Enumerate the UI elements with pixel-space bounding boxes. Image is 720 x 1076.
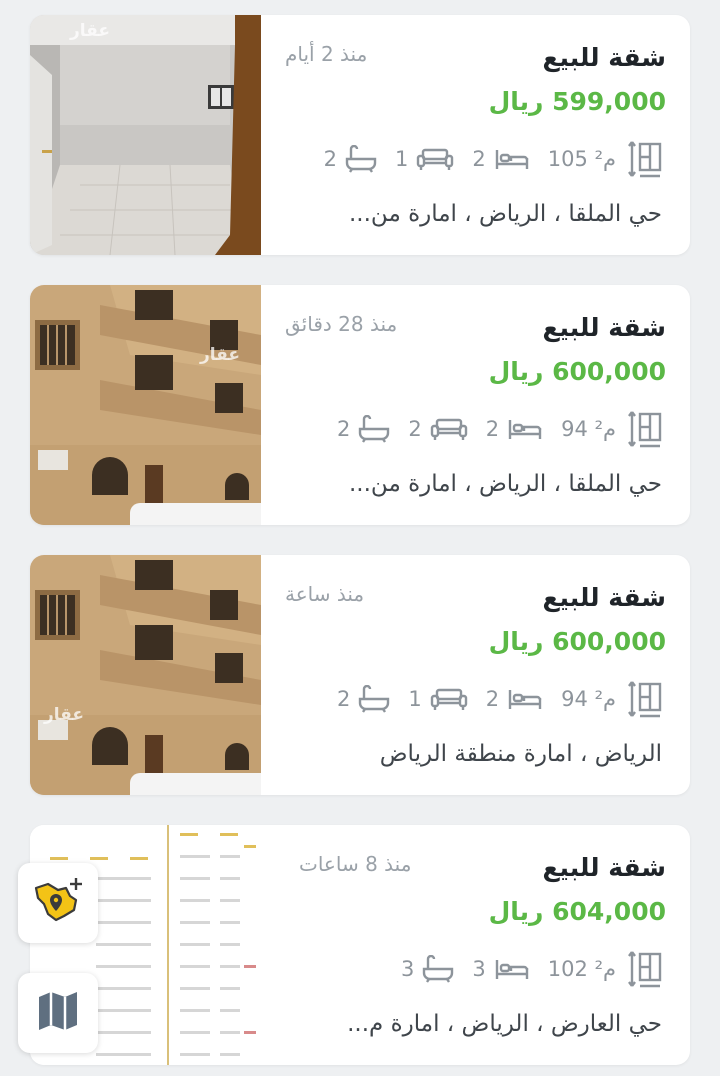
area-value: 102 م² xyxy=(547,957,616,981)
area-measure-icon xyxy=(628,950,662,988)
bathtub-icon xyxy=(422,955,454,983)
feature-living-rooms: 1 xyxy=(395,147,454,171)
living-rooms-count: 1 xyxy=(395,147,409,171)
listing-location: حي العارض ، الرياض ، امارة م... xyxy=(347,1011,662,1037)
listing-price: 600,000 ريال xyxy=(488,627,666,656)
living-rooms-count: 1 xyxy=(408,687,422,711)
area-measure-icon xyxy=(628,140,662,178)
feature-area: 102 م² xyxy=(548,950,662,988)
listing-price: 604,000 ريال xyxy=(488,897,666,926)
bathrooms-count: 3 xyxy=(401,957,415,981)
bedrooms-count: 2 xyxy=(485,417,500,441)
folded-map-icon xyxy=(36,989,80,1037)
bed-icon xyxy=(507,417,543,441)
bed-icon xyxy=(494,957,530,981)
bed-icon xyxy=(494,147,530,171)
feature-bathrooms: 2 xyxy=(337,685,390,713)
listing-age: منذ 8 ساعات xyxy=(299,852,412,876)
area-value: 94 م² xyxy=(561,687,616,711)
saudi-map-add-pin-icon xyxy=(30,876,86,930)
feature-area: 105 م² xyxy=(548,140,662,178)
feature-bedrooms: 2 xyxy=(486,417,543,441)
feature-bedrooms: 3 xyxy=(472,957,529,981)
empty-room-photo xyxy=(30,15,261,255)
listing-location: حي الملقا ، الرياض ، امارة من... xyxy=(349,201,662,227)
living-rooms-count: 2 xyxy=(408,417,422,441)
bed-icon xyxy=(507,687,543,711)
watermark-logo: عقار xyxy=(44,705,85,725)
feature-bedrooms: 2 xyxy=(472,147,529,171)
bedrooms-count: 3 xyxy=(472,957,486,981)
bathtub-icon xyxy=(358,415,390,443)
bedrooms-count: 2 xyxy=(472,147,486,171)
feature-area: 94 م² xyxy=(561,410,662,448)
listing-features: 105 م² 2 1 2 xyxy=(306,139,662,179)
feature-bathrooms: 2 xyxy=(324,145,377,173)
feature-area: 94 م² xyxy=(561,680,662,718)
area-measure-icon xyxy=(628,680,662,718)
bathtub-icon xyxy=(358,685,390,713)
listing-features: 94 م² 2 2 2 xyxy=(319,409,662,449)
watermark-logo: عقار xyxy=(70,21,111,41)
bathrooms-count: 2 xyxy=(337,687,351,711)
area-measure-icon xyxy=(628,410,662,448)
bedrooms-count: 2 xyxy=(485,687,500,711)
listing-photo[interactable]: عقار xyxy=(30,285,261,525)
listing-location: حي الملقا ، الرياض ، امارة من... xyxy=(349,471,662,497)
listing-title: شقة للبيع xyxy=(542,313,666,342)
area-value: 105 م² xyxy=(547,147,616,171)
feature-living-rooms: 2 xyxy=(408,417,467,441)
feature-bathrooms: 2 xyxy=(337,415,390,443)
map-view-button[interactable] xyxy=(18,973,98,1053)
bathrooms-count: 2 xyxy=(337,417,351,441)
listing-age: منذ 2 أيام xyxy=(285,42,368,66)
listing-age: منذ 28 دقائق xyxy=(285,312,398,336)
sofa-icon xyxy=(430,417,468,441)
building-facade-photo xyxy=(30,285,261,525)
listing-title: شقة للبيع xyxy=(542,853,666,882)
listing-title: شقة للبيع xyxy=(542,583,666,612)
listing-features: 102 م² 3 3 xyxy=(383,949,662,989)
add-region-button[interactable] xyxy=(18,863,98,943)
bathrooms-count: 2 xyxy=(323,147,338,171)
listing-price: 599,000 ريال xyxy=(488,87,666,116)
feature-bedrooms: 2 xyxy=(486,687,543,711)
listing-age: منذ ساعة xyxy=(285,582,365,606)
listing-card[interactable]: عقار شقة للبيع منذ 2 أيام 599,000 ريال 1… xyxy=(30,15,690,255)
listing-features: 94 م² 2 1 2 xyxy=(319,679,662,719)
listing-photo[interactable]: عقار xyxy=(30,555,261,795)
feature-living-rooms: 1 xyxy=(408,687,467,711)
building-facade-photo xyxy=(30,555,261,795)
listing-price: 600,000 ريال xyxy=(488,357,666,386)
sofa-icon xyxy=(416,147,454,171)
watermark-logo: عقار xyxy=(200,345,241,365)
listing-title: شقة للبيع xyxy=(542,43,666,72)
listing-photo[interactable]: عقار xyxy=(30,15,261,255)
listing-card[interactable]: عقار شقة للبيع منذ 28 دقائق 600,000 ريال… xyxy=(30,285,690,525)
listing-location: الرياض ، امارة منطقة الرياض xyxy=(379,741,662,767)
feature-bathrooms: 3 xyxy=(401,955,454,983)
listing-card[interactable]: شقة للبيع منذ 8 ساعات 604,000 ريال 102 م… xyxy=(30,825,690,1065)
listing-card[interactable]: عقار شقة للبيع منذ ساعة 600,000 ريال 94 … xyxy=(30,555,690,795)
bathtub-icon xyxy=(345,145,377,173)
sofa-icon xyxy=(430,687,468,711)
area-value: 94 م² xyxy=(561,417,616,441)
